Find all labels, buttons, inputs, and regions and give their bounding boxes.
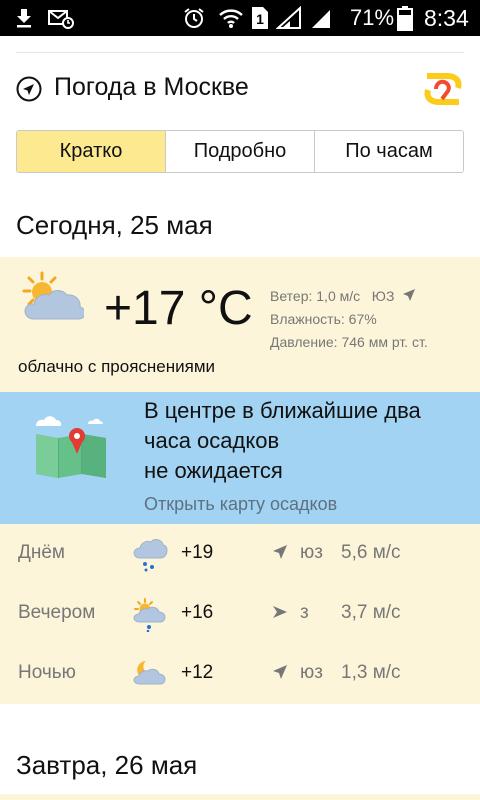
precipitation-message-line: не ожидается	[144, 458, 283, 483]
period-row-evening: Вечером +16 з 3,7 м/с	[0, 584, 480, 644]
period-label: Днём	[18, 542, 65, 563]
today-card: +17 °C Ветер: 1,0 м/с ЮЗ Влажность: 67% …	[0, 257, 480, 392]
weather-details: Ветер: 1,0 м/с ЮЗ Влажность: 67% Давлени…	[270, 285, 428, 354]
precipitation-message-line: часа осадков	[144, 428, 280, 453]
period-wind-speed: 3,7 м/с	[341, 602, 401, 623]
period-row-day: Днём +19 юз 5,6 м/с	[0, 524, 480, 584]
precipitation-message-line: В центре в ближайшие два	[144, 398, 421, 423]
alarm-icon	[182, 0, 206, 36]
period-temp: +19	[181, 542, 214, 563]
tab-hourly[interactable]: По часам	[314, 131, 463, 172]
tomorrow-date: Завтра, 26 мая	[16, 750, 198, 780]
battery-percent: 71%	[350, 5, 395, 30]
period-wind-direction: юз	[300, 662, 323, 683]
partly-cloudy-icon	[18, 271, 86, 327]
wind-w-icon	[272, 604, 288, 620]
location-arrow-icon[interactable]	[16, 76, 42, 102]
period-row-night: Ночью +12 юз 1,3 м/с	[0, 644, 480, 704]
header: Погода в Москве	[0, 60, 480, 116]
period-wind-direction: юз	[300, 542, 323, 563]
day-periods: Днём +19 юз 5,6 м/с Вечером +16 з 3,7 м/…	[0, 524, 480, 704]
period-temp: +12	[181, 662, 214, 683]
signal-icon	[276, 0, 302, 36]
wind-direction-icon	[403, 289, 416, 301]
tomorrow-card-edge	[0, 794, 480, 800]
condition-text: облачно с прояснениями	[18, 357, 216, 376]
period-temp: +16	[181, 602, 214, 623]
cloud-rain-icon	[132, 538, 168, 572]
current-temperature: +17 °C	[104, 282, 253, 335]
open-precipitation-map-link[interactable]: Открыть карту осадков	[144, 494, 337, 515]
wifi-icon	[218, 0, 244, 36]
download-icon	[14, 0, 34, 36]
page-title: Погода в Москве	[54, 73, 249, 101]
battery-icon	[397, 0, 413, 36]
clock: 8:34	[424, 4, 469, 31]
sun-cloud-rain-icon	[132, 598, 168, 633]
sim-icon: 1	[250, 0, 270, 36]
period-wind-direction: з	[300, 602, 309, 623]
today-date: Сегодня, 25 мая	[16, 210, 213, 240]
tab-short[interactable]: Кратко	[17, 131, 166, 172]
wind-sw-icon	[272, 544, 288, 560]
sim-number: 1	[256, 11, 264, 27]
period-wind-speed: 5,6 м/с	[341, 542, 401, 563]
mail-icon	[48, 0, 74, 36]
moon-cloud-icon	[132, 658, 168, 692]
pressure-text: Давление: 746 мм рт. ст.	[270, 334, 428, 350]
period-label: Ночью	[18, 662, 76, 683]
period-wind-speed: 1,3 м/с	[341, 662, 401, 683]
wind-text: Ветер: 1,0 м/с ЮЗ	[270, 288, 395, 304]
tab-detailed[interactable]: Подробно	[165, 131, 314, 172]
status-bar: 1 71% 8:34	[0, 0, 480, 36]
rain-map-icon	[32, 404, 112, 484]
precipitation-message: В центре в ближайшие два часа осадков не…	[144, 396, 464, 486]
precipitation-card[interactable]: В центре в ближайшие два часа осадков не…	[0, 392, 480, 524]
divider	[16, 52, 464, 53]
wind-sw-icon	[272, 664, 288, 680]
view-tabs: Кратко Подробно По часам	[16, 130, 464, 173]
wind-row: Ветер: 1,0 м/с ЮЗ	[270, 285, 428, 308]
yandex-weather-logo[interactable]	[424, 72, 462, 106]
period-label: Вечером	[18, 602, 96, 623]
humidity-text: Влажность: 67%	[270, 311, 377, 327]
signal-icon-2	[310, 0, 332, 36]
